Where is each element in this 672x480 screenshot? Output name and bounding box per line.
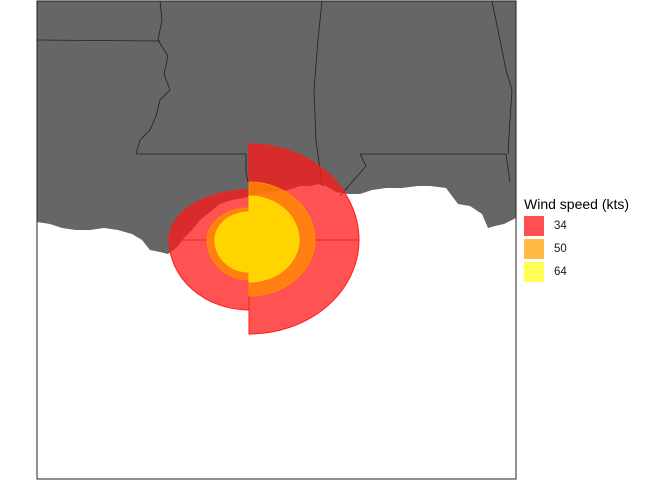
legend-title: Wind speed (kts) — [524, 196, 630, 212]
legend-item-34: 34 — [524, 214, 654, 237]
legend-label-34: 34 — [554, 219, 567, 232]
legend-swatch-64 — [524, 261, 544, 282]
legend-item-64: 64 — [524, 260, 654, 283]
legend-label-50: 50 — [554, 242, 567, 255]
legend-swatch-34 — [524, 215, 544, 236]
legend-item-50: 50 — [524, 237, 654, 260]
legend-swatch-50 — [524, 238, 544, 259]
legend: Wind speed (kts) 34 50 64 — [524, 194, 654, 283]
legend-label-64: 64 — [554, 265, 567, 278]
